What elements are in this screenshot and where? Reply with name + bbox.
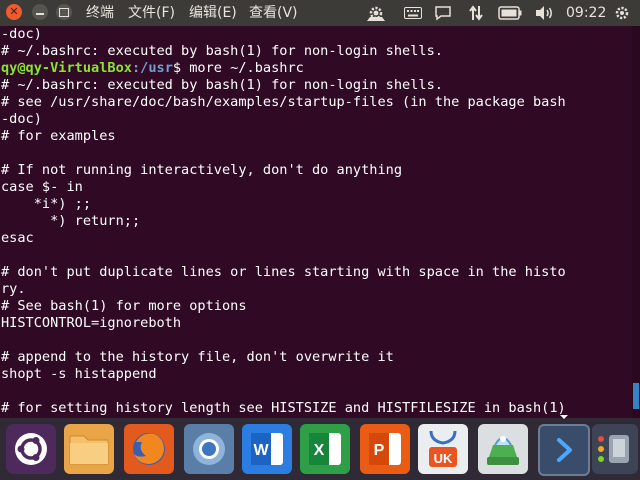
ubuntu-kylin-icon: UK [429,430,457,467]
power-gear-icon [615,6,629,20]
terminal-line: -doc) [1,111,42,127]
volume-tray-button[interactable] [533,3,555,23]
terminal-line: # see /usr/share/doc/bash/examples/start… [1,94,566,110]
chat-icon [435,6,451,21]
writer-letter: W [253,442,269,459]
terminal-line: ry. [1,281,26,297]
dash-home-button[interactable] [6,424,56,474]
terminal-line: # If not running interactively, don't do… [1,162,403,178]
power-tray-button[interactable] [612,3,632,23]
terminal-text: -doc) # ~/.bashrc: executed by bash(1) fo… [0,26,632,417]
clock[interactable]: 09:22 [566,4,606,22]
terminal-line: shopt -s histappend [1,366,157,382]
more-apps-icon [598,435,629,463]
prompt-user: qy@qy-VirtualBox [1,60,132,76]
files-launcher[interactable] [64,424,114,474]
messaging-tray-button[interactable] [432,3,454,23]
spreadsheet-letter: X [314,442,325,459]
settings-tray-button[interactable] [364,3,388,23]
software-center-launcher[interactable] [478,424,528,474]
top-panel: ✕ 终端 文件(F) 编辑(E) 查看(V) 09:22 [0,0,640,26]
battery-tray-button[interactable] [497,3,523,23]
network-arrows-icon [469,5,483,21]
firefox-launcher[interactable] [124,424,174,474]
terminal-line: # See bash(1) for more options [1,298,247,314]
terminal-line: *i*) ;; [1,196,92,212]
keyboard-tray-button[interactable] [402,3,424,23]
active-app-indicator [560,415,568,419]
minimize-button[interactable] [32,4,48,20]
terminal-line: esac [1,230,34,246]
terminal-output[interactable]: -doc) # ~/.bashrc: executed by bash(1) fo… [0,26,632,418]
chromium-launcher[interactable] [184,424,234,474]
terminal-line: # don't put duplicate lines or lines sta… [1,264,566,280]
close-button[interactable]: ✕ [6,4,22,20]
terminal-line: case $- in [1,179,83,195]
prompt-path: :/usr [131,60,173,76]
terminal-scrollbar[interactable] [632,26,640,418]
keyboard-icon [404,7,422,19]
terminal-line: # append to the history file, don't over… [1,349,394,365]
spreadsheet-icon: X [309,433,341,465]
prompt-command: $ more ~/.bashrc [172,60,304,76]
terminal-line: *) return;; [1,213,141,229]
folder-icon [69,435,109,465]
ukylin-label: UK [434,451,453,466]
settings-gear-icon [367,6,385,21]
terminal-line: # for setting history length see HISTSIZ… [1,400,566,416]
wps-presentation-launcher[interactable]: P [360,424,410,474]
terminal-line: -doc) [1,26,42,42]
launcher-dock: W X P UK [0,415,640,480]
terminal-line: HISTCONTROL=ignoreboth [1,315,182,331]
battery-icon [498,6,522,20]
minimize-icon [36,12,44,15]
menu-terminal[interactable]: 终端 [86,4,114,22]
presentation-letter: P [374,442,385,459]
prompt-line: qy@qy-VirtualBox:/usr$ more ~/.bashrc [1,60,632,77]
menu-view[interactable]: 查看(V) [249,4,298,22]
terminal-line: # ~/.bashrc: executed by bash(1) for non… [1,77,443,93]
terminal-chevron-icon [557,438,572,462]
maximize-icon [59,7,69,17]
menu-file[interactable]: 文件(F) [128,4,175,22]
more-apps-launcher[interactable] [592,424,638,474]
scrollbar-thumb[interactable] [633,383,639,409]
wps-spreadsheet-launcher[interactable]: X [300,424,350,474]
terminal-line: # ~/.bashrc: executed by bash(1) for non… [1,43,443,59]
software-center-icon [487,436,519,465]
speaker-icon [536,6,552,20]
terminal-line: # for examples [1,128,116,144]
wps-writer-launcher[interactable]: W [242,424,292,474]
presentation-icon: P [369,433,401,465]
ubuntu-logo-icon [15,433,47,465]
maximize-button[interactable] [56,4,72,20]
chromium-icon [193,433,225,465]
ubuntu-kylin-software-launcher[interactable]: UK [418,424,468,474]
terminal-launcher[interactable] [538,424,590,476]
writer-document-icon: W [251,433,283,465]
firefox-icon [133,433,165,465]
network-tray-button[interactable] [466,3,486,23]
menu-edit[interactable]: 编辑(E) [189,4,237,22]
